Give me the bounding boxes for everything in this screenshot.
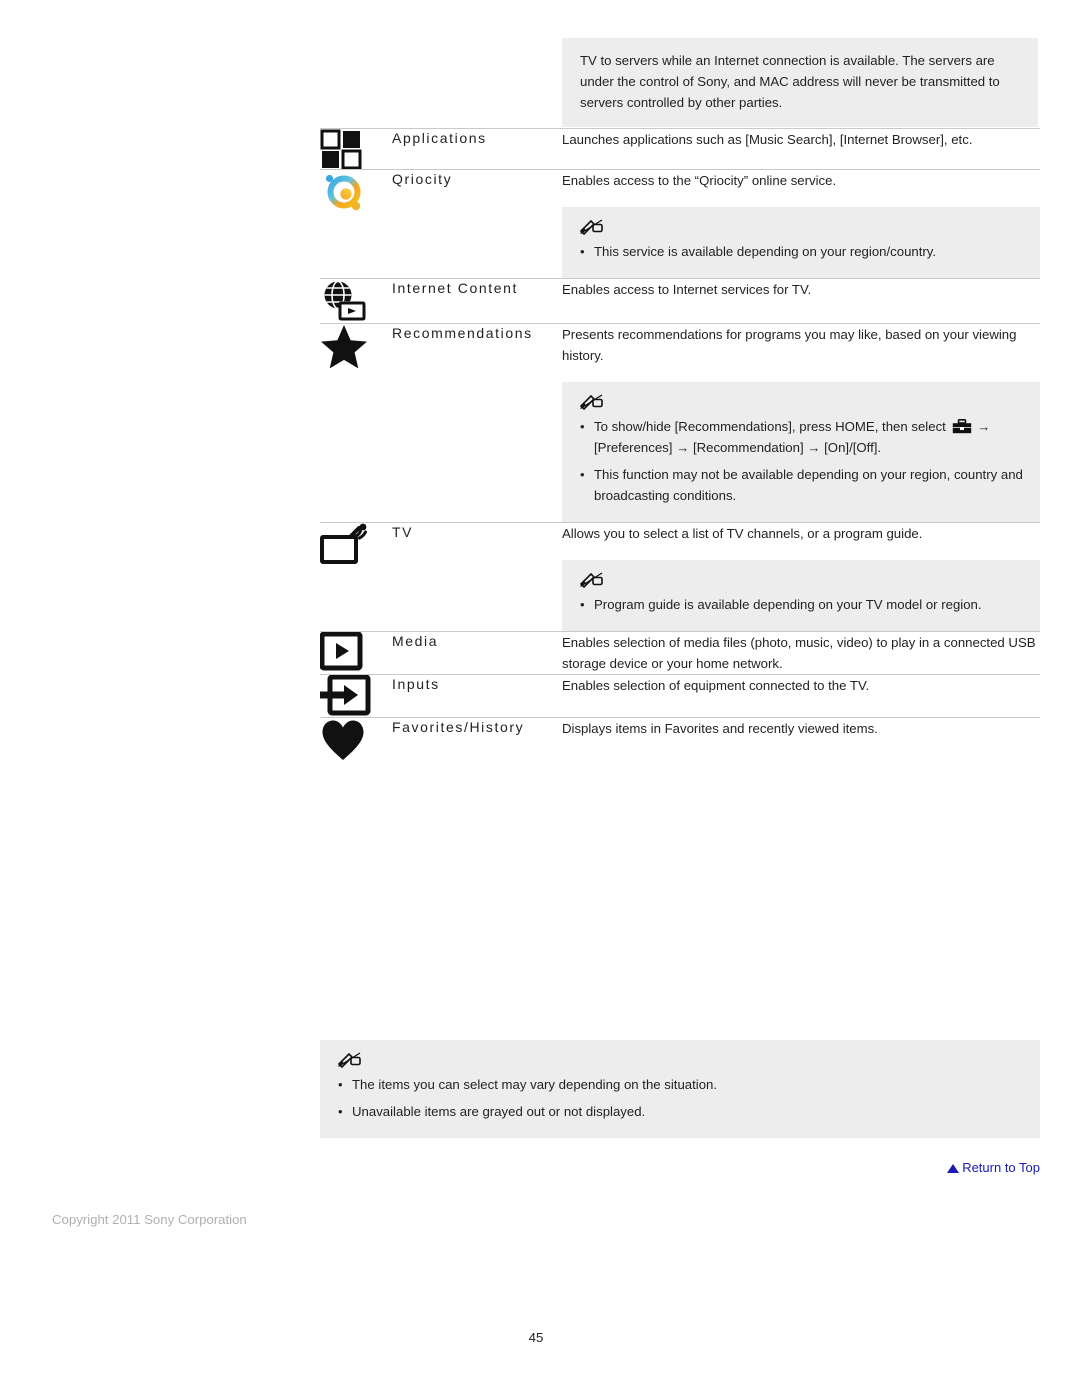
media-play-icon: [320, 632, 392, 672]
row-label-cell: Inputs: [392, 675, 562, 718]
note-item-text-before: To show/hide [Recommendations], press HO…: [594, 419, 950, 434]
row-description-cell: Displays items in Favorites and recently…: [562, 718, 1040, 763]
row-description: Displays items in Favorites and recently…: [562, 721, 878, 736]
row-description-cell: Enables selection of media files (photo,…: [562, 632, 1040, 675]
row-label-cell: Favorites/History: [392, 718, 562, 763]
qriocity-icon: [320, 170, 392, 216]
row-label-cell: Media: [392, 632, 562, 675]
toolbox-icon: [952, 419, 972, 434]
table-row: Inputs Enables selection of equipment co…: [320, 674, 1040, 718]
row-label: Favorites/History: [392, 719, 525, 735]
row-description: Launches applications such as [Music Sea…: [562, 132, 973, 147]
row-label: Media: [392, 633, 439, 649]
tv-signal-icon: [320, 523, 392, 567]
note-list: The items you can select may vary depend…: [336, 1074, 1024, 1122]
table-row: Favorites/History Displays items in Favo…: [320, 717, 1040, 763]
row-description: Enables access to Internet services for …: [562, 282, 812, 297]
note-item: To show/hide [Recommendations], press HO…: [578, 416, 1024, 458]
row-icon-cell: [320, 632, 392, 675]
note-box: This service is available depending on y…: [562, 207, 1040, 278]
row-description: Presents recommendations for programs yo…: [562, 327, 1017, 363]
note-box: Program guide is available depending on …: [562, 560, 1040, 631]
note-item: The items you can select may vary depend…: [336, 1074, 1024, 1095]
row-icon-cell: [320, 129, 392, 170]
row-description: Enables selection of media files (photo,…: [562, 635, 1036, 671]
row-description: Enables selection of equipment connected…: [562, 678, 870, 693]
row-label-cell: Qriocity: [392, 170, 562, 279]
note-list: Program guide is available depending on …: [578, 594, 1024, 615]
row-icon-cell: [320, 718, 392, 763]
row-label-cell: Recommendations: [392, 324, 562, 523]
row-label: Qriocity: [392, 171, 453, 187]
row-label-cell: Internet Content: [392, 279, 562, 324]
applications-grid-icon: [320, 129, 392, 169]
row-description: Enables access to the “Qriocity” online …: [562, 173, 837, 188]
row-label: Recommendations: [392, 325, 533, 341]
continuation-note-box: TV to servers while an Internet connecti…: [562, 38, 1038, 127]
triangle-up-icon: [947, 1164, 960, 1173]
row-icon-cell: [320, 523, 392, 632]
table-row: Applications Launches applications such …: [320, 128, 1040, 170]
note-pen-icon: [580, 572, 1024, 588]
table-row: Qriocity Enables access to the “Qriocity…: [320, 169, 1040, 279]
row-description-cell: Enables access to the “Qriocity” online …: [562, 170, 1040, 279]
table-row: Recommendations Presents recommendations…: [320, 323, 1040, 523]
inputs-arrow-icon: [320, 675, 392, 717]
table-row: Internet Content Enables access to Inter…: [320, 278, 1040, 324]
note-item: This function may not be available depen…: [578, 464, 1024, 506]
return-to-top-label: Return to Top: [962, 1160, 1040, 1175]
note-list: To show/hide [Recommendations], press HO…: [578, 416, 1024, 506]
note-item: Unavailable items are grayed out or not …: [336, 1101, 1024, 1122]
note-item: Program guide is available depending on …: [578, 594, 1024, 615]
note-item: This service is available depending on y…: [578, 241, 1024, 262]
row-label: Internet Content: [392, 280, 518, 296]
note-list: This service is available depending on y…: [578, 241, 1024, 262]
row-label: Inputs: [392, 676, 440, 692]
row-icon-cell: [320, 170, 392, 279]
row-description-cell: Presents recommendations for programs yo…: [562, 324, 1040, 523]
note-pen-icon: [338, 1052, 1024, 1068]
continuation-note-text: TV to servers while an Internet connecti…: [580, 53, 1000, 110]
bottom-note-box: The items you can select may vary depend…: [320, 1040, 1040, 1138]
home-menu-feature-table: Applications Launches applications such …: [320, 128, 1040, 762]
row-icon-cell: [320, 324, 392, 523]
note-pen-icon: [580, 219, 1024, 235]
page-number-value: 45: [528, 1330, 544, 1345]
row-description-cell: Enables access to Internet services for …: [562, 279, 1040, 324]
page-number: 45: [0, 1330, 1080, 1345]
row-label: TV: [392, 524, 414, 540]
note-pen-icon: [580, 394, 1024, 410]
note-box: To show/hide [Recommendations], press HO…: [562, 382, 1040, 522]
row-label-cell: Applications: [392, 129, 562, 170]
return-to-top-link[interactable]: Return to Top: [947, 1160, 1040, 1175]
row-icon-cell: [320, 675, 392, 718]
row-description: Allows you to select a list of TV channe…: [562, 526, 923, 541]
row-description-cell: Allows you to select a list of TV channe…: [562, 523, 1040, 632]
row-icon-cell: [320, 279, 392, 324]
row-label-cell: TV: [392, 523, 562, 632]
table-row: Media Enables selection of media files (…: [320, 631, 1040, 675]
recommendations-star-icon: [320, 324, 392, 370]
copyright-text: Copyright 2011 Sony Corporation: [52, 1212, 247, 1227]
row-label: Applications: [392, 130, 487, 146]
internet-content-globe-icon: [320, 279, 392, 323]
row-description-cell: Launches applications such as [Music Sea…: [562, 129, 1040, 170]
favorites-heart-icon: [320, 718, 392, 762]
table-row: TV Allows you to select a list of TV cha…: [320, 522, 1040, 632]
row-description-cell: Enables selection of equipment connected…: [562, 675, 1040, 718]
